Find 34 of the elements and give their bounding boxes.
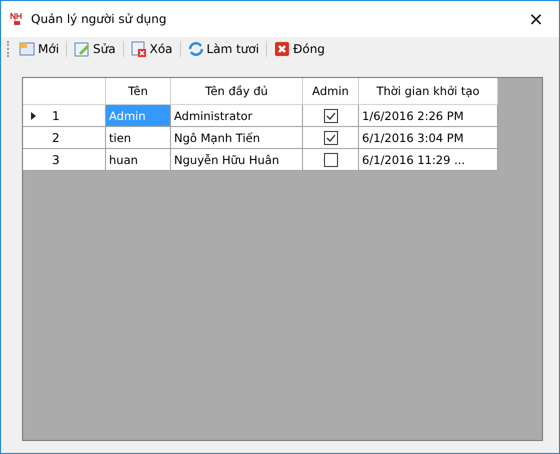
table-cell[interactable]: 6/1/2016 11:29 ...	[359, 149, 498, 171]
toolbar-button[interactable]: Sửa	[71, 39, 119, 59]
table-cell[interactable]: huan	[106, 149, 171, 171]
toolbar-button[interactable]: Xóa	[128, 39, 176, 59]
close-button[interactable]: ×	[521, 6, 551, 32]
row-number: 1	[52, 108, 60, 122]
column-header[interactable]: Thời gian khởi tạo	[359, 78, 498, 105]
checkbox[interactable]	[324, 130, 338, 144]
toolbar-button[interactable]: Làm tươi	[184, 39, 262, 59]
window-title: Quản lý người sử dụng	[31, 12, 168, 26]
toolbar-button[interactable]: Mới	[16, 39, 62, 59]
table-cell[interactable]: Administrator	[171, 105, 303, 127]
checkbox[interactable]	[324, 152, 338, 166]
table-cell[interactable]	[303, 149, 359, 171]
table-cell[interactable]: 6/1/2016 3:04 PM	[359, 127, 498, 149]
pencil-document-icon	[74, 41, 90, 57]
column-header[interactable]: Tên	[106, 78, 171, 105]
refresh-icon	[188, 41, 204, 57]
new-document-icon	[19, 41, 35, 57]
toolbar-button[interactable]: Đóng	[271, 39, 328, 59]
table-cell[interactable]	[303, 105, 359, 127]
close-icon	[274, 41, 290, 57]
column-header[interactable]: Admin	[303, 78, 359, 105]
row-number: 3	[52, 152, 60, 166]
column-header[interactable]: Tên đầy đủ	[171, 78, 303, 105]
table-cell[interactable]: tien	[106, 127, 171, 149]
current-row-icon	[31, 112, 36, 120]
table-cell[interactable]: Nguyễn Hữu Huân	[171, 149, 303, 171]
table-cell[interactable]: Ngô Mạnh Tiến	[171, 127, 303, 149]
row-number: 2	[52, 130, 60, 144]
table-cell[interactable]	[303, 127, 359, 149]
table-cell[interactable]: 1/6/2016 2:26 PM	[359, 105, 498, 127]
delete-document-icon	[130, 41, 147, 57]
checkbox[interactable]	[324, 108, 338, 122]
